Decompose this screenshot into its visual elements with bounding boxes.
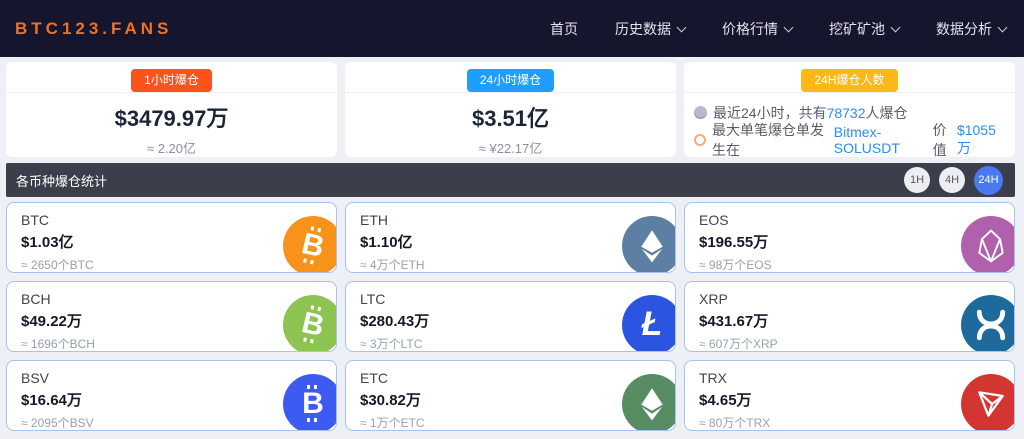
liquidation-1h-value: $3479.97万: [6, 101, 337, 133]
trx-icon: [961, 374, 1015, 431]
coin-card-bch[interactable]: BCH $49.22万 ≈ 1696个BCH B: [6, 281, 337, 352]
time-filter-4h[interactable]: 4H: [939, 167, 965, 193]
chevron-down-icon: [891, 22, 901, 32]
chevron-down-icon: [677, 22, 687, 32]
time-filter-24h[interactable]: 24H: [974, 166, 1003, 195]
main-nav: 首页 历史数据 价格行情 挖矿矿池 数据分析: [550, 19, 1006, 39]
btc-icon: B: [283, 216, 337, 273]
site-logo[interactable]: BTC123.FANS: [15, 19, 172, 39]
coin-card-eth[interactable]: ETH $1.10亿 ≈ 4万个ETH: [345, 202, 676, 273]
etc-icon: [622, 374, 676, 431]
coin-card-btc[interactable]: BTC $1.03亿 ≈ 2650个BTC B: [6, 202, 337, 273]
liquidation-24h-approx: ≈ ¥22.17亿: [345, 138, 676, 157]
xrp-icon: [961, 295, 1015, 352]
nav-item-price-market[interactable]: 价格行情: [722, 19, 792, 39]
nav-item-home[interactable]: 首页: [550, 19, 578, 39]
biggest-order-mid: 价值: [933, 120, 957, 160]
stat-card-24h-people: 24H爆仓人数 最近24小时，共有 78732 人爆仓 最大单笔爆仓单发生在 B…: [684, 62, 1015, 157]
coin-card-bsv[interactable]: BSV $16.64万 ≈ 2095个BSV B: [6, 360, 337, 431]
circle-marker-icon: [694, 134, 706, 146]
coin-symbol: BTC: [21, 212, 336, 228]
time-filter-group: 1H 4H 24H: [904, 166, 1003, 195]
people-stats-body: 最近24小时，共有 78732 人爆仓 最大单笔爆仓单发生在 Bitmex-SO…: [684, 93, 1015, 153]
coin-symbol: XRP: [699, 291, 1014, 307]
nav-item-mining-pools[interactable]: 挖矿矿池: [829, 19, 899, 39]
stat-card-header: 1小时爆仓: [6, 62, 337, 93]
stat-card-1h-liquidation: 1小时爆仓 $3479.97万 ≈ 2.20亿: [6, 62, 337, 157]
coin-grid: BTC $1.03亿 ≈ 2650个BTC B ETH $1.10亿 ≈ 4万个…: [6, 202, 1015, 431]
biggest-order-value-link[interactable]: $1055万: [957, 122, 1003, 158]
navbar: BTC123.FANS 首页 历史数据 价格行情 挖矿矿池 数据分析: [0, 0, 1024, 57]
coin-symbol: BSV: [21, 370, 336, 386]
biggest-order-prefix: 最大单笔爆仓单发生在: [712, 120, 834, 160]
coin-card-eos[interactable]: EOS $196.55万 ≈ 98万个EOS: [684, 202, 1015, 273]
section-title: 各币种爆仓统计: [16, 171, 107, 190]
stats-row: 1小时爆仓 $3479.97万 ≈ 2.20亿 24小时爆仓 $3.51亿 ≈ …: [6, 62, 1015, 157]
coin-symbol: ETH: [360, 212, 675, 228]
coin-card-etc[interactable]: ETC $30.82万 ≈ 1万个ETC: [345, 360, 676, 431]
nav-item-history-data[interactable]: 历史数据: [615, 19, 685, 39]
biggest-order-line: 最大单笔爆仓单发生在 Bitmex-SOLUSDT 价值 $1055万: [694, 126, 1003, 153]
eos-icon: [961, 216, 1015, 273]
coin-symbol: TRX: [699, 370, 1014, 386]
stat-card-24h-liquidation: 24小时爆仓 $3.51亿 ≈ ¥22.17亿: [345, 62, 676, 157]
chevron-down-icon: [998, 22, 1008, 32]
coin-symbol: LTC: [360, 291, 675, 307]
people-count-number: 78732: [827, 105, 866, 121]
liquidation-1h-approx: ≈ 2.20亿: [6, 138, 337, 157]
bsv-icon: B: [283, 374, 337, 431]
stat-card-header: 24小时爆仓: [345, 62, 676, 93]
badge-24h-liquidation: 24小时爆仓: [467, 69, 554, 92]
bch-icon: B: [283, 295, 337, 352]
coin-card-ltc[interactable]: LTC $280.43万 ≈ 3万个LTC Ł: [345, 281, 676, 352]
people-count-suffix: 人爆仓: [866, 103, 908, 123]
biggest-order-pair-link[interactable]: Bitmex-SOLUSDT: [834, 124, 933, 156]
time-filter-1h[interactable]: 1H: [904, 167, 930, 193]
dizzy-face-icon: [694, 106, 707, 119]
nav-item-data-analysis[interactable]: 数据分析: [936, 19, 1006, 39]
section-bar: 各币种爆仓统计 1H 4H 24H: [6, 163, 1015, 197]
chevron-down-icon: [784, 22, 794, 32]
badge-24h-people: 24H爆仓人数: [801, 69, 897, 92]
ltc-icon: Ł: [622, 295, 676, 352]
eth-icon: [622, 216, 676, 273]
coin-symbol: BCH: [21, 291, 336, 307]
coin-card-xrp[interactable]: XRP $431.67万 ≈ 607万个XRP: [684, 281, 1015, 352]
liquidation-24h-value: $3.51亿: [345, 101, 676, 133]
coin-symbol: EOS: [699, 212, 1014, 228]
coin-card-trx[interactable]: TRX $4.65万 ≈ 80万个TRX: [684, 360, 1015, 431]
coin-symbol: ETC: [360, 370, 675, 386]
badge-1h-liquidation: 1小时爆仓: [131, 69, 212, 92]
stat-card-header: 24H爆仓人数: [684, 62, 1015, 93]
